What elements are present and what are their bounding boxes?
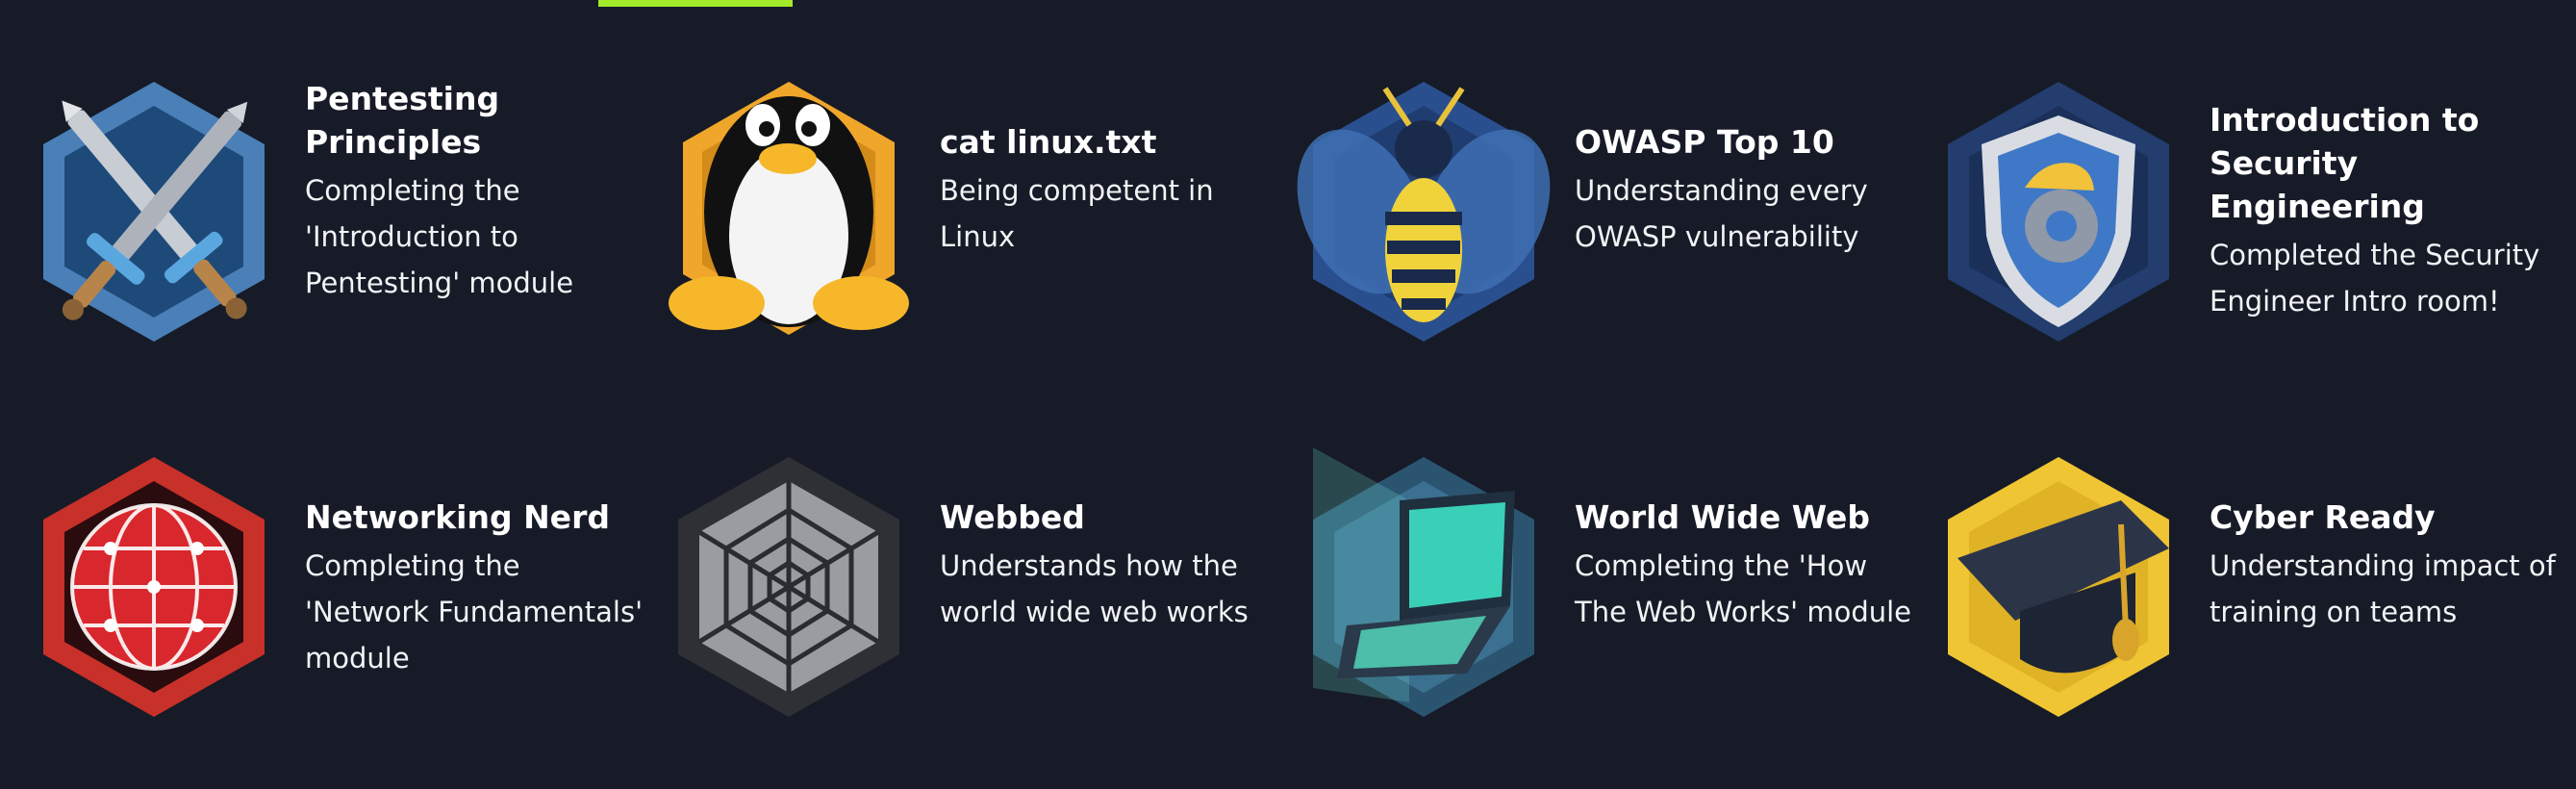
badge-description: Understands how the world wide web works <box>940 549 1249 628</box>
badge-text: World Wide Web Completing the 'How The W… <box>1575 496 1921 635</box>
badge-title: Webbed <box>940 498 1085 536</box>
badge-title: Networking Nerd <box>305 498 610 536</box>
badge-text: Networking Nerd Completing the 'Network … <box>305 496 651 681</box>
penguin-icon <box>659 58 919 346</box>
badge-networking-nerd[interactable]: Networking Nerd Completing the 'Network … <box>24 443 643 731</box>
badge-text: Pentesting Principles Completing the 'In… <box>305 77 651 306</box>
crossed-swords-icon <box>24 67 284 356</box>
spider-web-icon <box>659 443 919 731</box>
badge-description: Understanding every OWASP vulnerability <box>1575 174 1868 253</box>
network-globe-icon <box>24 443 284 731</box>
badge-owasp-top-10[interactable]: OWASP Top 10 Understanding every OWASP v… <box>1294 67 1909 356</box>
badge-text: Introduction to Security Engineering Com… <box>2210 98 2556 324</box>
graduation-cap-icon <box>1929 443 2188 731</box>
badge-description: Completing the 'Introduction to Pentesti… <box>305 174 574 299</box>
badge-description: Completing the 'Network Fundamentals' mo… <box>305 549 644 674</box>
badge-description: Understanding impact of training on team… <box>2210 549 2556 628</box>
shield-gear-icon <box>1929 67 2188 356</box>
badge-text: Webbed Understands how the world wide we… <box>940 496 1286 635</box>
badge-title: Pentesting Principles <box>305 80 500 161</box>
badge-title: Introduction to Security Engineering <box>2210 101 2480 225</box>
badge-cat-linux[interactable]: cat linux.txt Being competent in Linux <box>659 58 1275 346</box>
badge-description: Completed the Security Engineer Intro ro… <box>2210 239 2540 318</box>
badge-world-wide-web[interactable]: World Wide Web Completing the 'How The W… <box>1294 443 1911 731</box>
active-tab-indicator <box>598 0 793 7</box>
badge-webbed[interactable]: Webbed Understands how the world wide we… <box>659 443 1275 731</box>
badges-page: Pentesting Principles Completing the 'In… <box>0 0 2576 789</box>
badge-description: Being competent in Linux <box>940 174 1214 253</box>
badge-text: OWASP Top 10 Understanding every OWASP v… <box>1575 120 1921 260</box>
wasp-icon <box>1294 67 1553 356</box>
badge-title: cat linux.txt <box>940 123 1157 161</box>
badge-title: Cyber Ready <box>2210 498 2436 536</box>
badge-security-engineering[interactable]: Introduction to Security Engineering Com… <box>1929 67 2544 356</box>
badge-description: Completing the 'How The Web Works' modul… <box>1575 549 1912 628</box>
badge-cyber-ready[interactable]: Cyber Ready Understanding impact of trai… <box>1929 443 2556 731</box>
badge-text: cat linux.txt Being competent in Linux <box>940 120 1286 260</box>
badge-title: OWASP Top 10 <box>1575 123 1834 161</box>
badge-title: World Wide Web <box>1575 498 1871 536</box>
badge-text: Cyber Ready Understanding impact of trai… <box>2210 496 2556 635</box>
badge-pentesting-principles[interactable]: Pentesting Principles Completing the 'In… <box>24 67 640 356</box>
laptop-icon <box>1294 443 1553 731</box>
